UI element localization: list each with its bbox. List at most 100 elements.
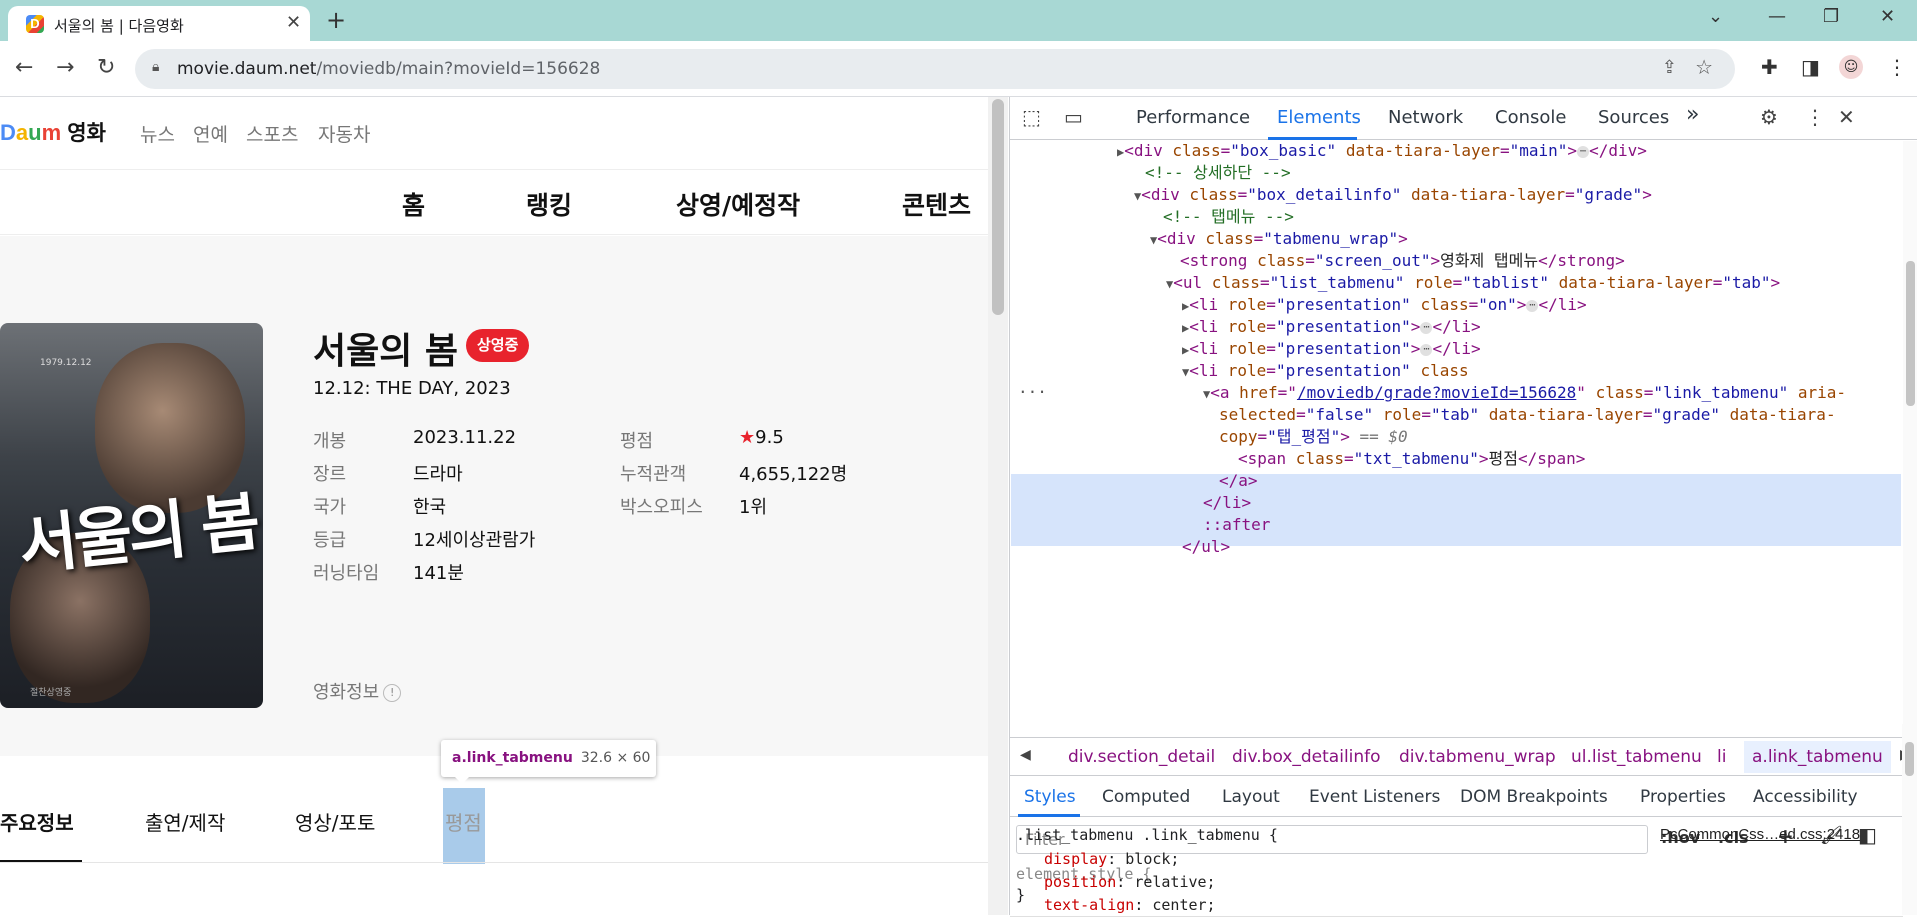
dom-scrollbar-thumb[interactable] (1906, 261, 1915, 406)
dom-selected-line[interactable]: selected="false" role="tab" data-tiara-l… (1219, 405, 1836, 425)
page-scrollbar-thumb[interactable] (992, 99, 1004, 315)
device-toolbar-icon[interactable]: ▭ (1064, 105, 1083, 129)
styles-scrollbar-thumb[interactable] (1905, 742, 1914, 776)
back-icon[interactable]: ← (15, 55, 33, 80)
dt-tab-sources[interactable]: Sources (1598, 107, 1669, 128)
dom-line[interactable]: </ul> (1182, 537, 1230, 557)
dom-pseudo[interactable]: ::after (1203, 515, 1270, 535)
extensions-puzzle-icon[interactable]: ✚ (1761, 55, 1778, 79)
dom-comment[interactable]: <!-- 상세하단 --> (1145, 163, 1291, 183)
lnb-ranking[interactable]: 랭킹 (526, 186, 572, 222)
subtab-dom-breakpoints[interactable]: DOM Breakpoints (1460, 787, 1608, 807)
info-value-audience: 4,655,122명 (739, 464, 848, 485)
inspect-element-icon[interactable]: ⬚ (1022, 105, 1041, 129)
breadcrumb-item[interactable]: li (1717, 747, 1726, 767)
dom-comment[interactable]: <!-- 탭메뉴 --> (1163, 207, 1294, 227)
dom-selected-line[interactable]: copy="탭_평점"> == $0 (1219, 427, 1408, 447)
browser-tab[interactable]: D 서울의 봄 | 다음영화 ✕ (8, 6, 310, 41)
gnb-news[interactable]: 뉴스 (140, 120, 175, 147)
forward-icon[interactable]: → (56, 55, 74, 80)
gnb-sports[interactable]: 스포츠 (246, 120, 298, 147)
breadcrumb-item[interactable]: div.tabmenu_wrap (1399, 747, 1556, 767)
dt-tab-performance[interactable]: Performance (1136, 107, 1250, 128)
movie-info-link[interactable]: 영화정보! (313, 678, 402, 704)
daum-movie-logo[interactable]: Daum 영화 (0, 117, 106, 147)
subtab-properties[interactable]: Properties (1640, 787, 1726, 807)
dom-line[interactable]: ▶<div class="box_basic" data-tiara-layer… (1117, 141, 1647, 162)
ellipsis-icon[interactable]: ⋯ (1420, 321, 1433, 334)
tab-grade[interactable]: 평점 (445, 807, 482, 836)
dom-line[interactable]: ▼<div class="tabmenu_wrap"> (1150, 229, 1408, 250)
subtab-styles[interactable]: Styles (1024, 787, 1076, 807)
dom-selected-line[interactable]: ▼<a href="/moviedb/grade?movieId=156628"… (1203, 383, 1846, 404)
row-ellipsis-icon[interactable]: ... (1018, 378, 1047, 398)
dom-line[interactable]: <span class="txt_tabmenu">평점</span> (1238, 449, 1585, 469)
css-property[interactable]: position: relative; (1044, 873, 1216, 891)
breadcrumb-item[interactable]: div.section_detail (1068, 747, 1215, 767)
ellipsis-icon[interactable]: ⋯ (1526, 299, 1539, 312)
tab-search-icon[interactable]: ⌄ (1708, 6, 1723, 27)
css-source-link[interactable]: PcCommonCss…ed.css:2418 (1660, 826, 1860, 843)
close-window-icon[interactable]: ✕ (1880, 6, 1895, 27)
ellipsis-icon[interactable]: ⋯ (1420, 343, 1433, 356)
toggle-sidebar-icon[interactable]: ◧ (1858, 823, 1877, 847)
gnb-auto[interactable]: 자동차 (318, 120, 370, 147)
menu-kebab-icon[interactable]: ⋮ (1887, 55, 1907, 79)
close-tab-icon[interactable]: ✕ (286, 12, 301, 33)
lnb-home[interactable]: 홈 (402, 186, 425, 222)
dom-line[interactable]: ▶<li role="presentation"> ⋯ </li> (1182, 339, 1481, 360)
side-panel-icon[interactable]: ◨ (1801, 55, 1820, 79)
dom-line[interactable]: ▼<li role="presentation" class (1182, 361, 1469, 382)
css-property[interactable]: text-align: center; (1044, 896, 1216, 914)
dom-scrollbar[interactable] (1903, 141, 1917, 737)
dt-tab-elements[interactable]: Elements (1277, 107, 1361, 128)
dom-line[interactable]: ▼<ul class="list_tabmenu" role="tablist"… (1166, 273, 1780, 294)
dom-line[interactable]: </a> (1219, 471, 1258, 491)
breadcrumb-item-active[interactable]: a.link_tabmenu (1744, 741, 1891, 773)
address-bar[interactable]: 🔒︎ movie.daum.net/moviedb/main?movieId=1… (135, 49, 1735, 89)
dom-line[interactable]: ▶<li role="presentation" class="on"> ⋯ </l… (1182, 295, 1587, 316)
css-rule-selector[interactable]: .list_tabmenu .link_tabmenu { (1016, 826, 1278, 844)
dt-tab-console[interactable]: Console (1495, 107, 1566, 128)
url-text[interactable]: movie.daum.net/moviedb/main?movieId=1566… (177, 59, 600, 79)
movie-poster[interactable]: 1979.12.12 서울의 봄 절찬상영중 (0, 323, 263, 708)
dom-line[interactable]: </li> (1203, 493, 1251, 513)
dom-line[interactable]: ▼<div class="box_detailinfo" data-tiara-… (1134, 185, 1652, 206)
tab-video-photo[interactable]: 영상/포토 (295, 807, 375, 836)
breadcrumb-item[interactable]: ul.list_tabmenu (1571, 747, 1702, 767)
tabmenu-divider (0, 862, 988, 863)
logo-letter-m: m (41, 120, 62, 145)
ellipsis-icon[interactable]: ⋯ (1577, 145, 1590, 158)
subtab-accessibility[interactable]: Accessibility (1753, 787, 1858, 807)
lnb-contents[interactable]: 콘텐츠 (902, 186, 971, 222)
profile-avatar-icon[interactable]: ☺ (1839, 55, 1863, 79)
close-devtools-icon[interactable]: ✕ (1838, 105, 1855, 129)
lock-icon[interactable]: 🔒︎ (152, 59, 159, 75)
lnb-now-showing[interactable]: 상영/예정작 (676, 186, 800, 222)
subtab-computed[interactable]: Computed (1102, 787, 1190, 807)
page-scrollbar[interactable] (988, 97, 1008, 915)
bookmark-star-icon[interactable]: ☆ (1695, 55, 1713, 79)
more-tabs-icon[interactable]: » (1686, 102, 1699, 127)
styles-scrollbar[interactable] (1902, 724, 1917, 915)
rule-close: } (1016, 886, 1026, 904)
dt-tab-network[interactable]: Network (1388, 107, 1463, 128)
css-property[interactable]: display: block; (1044, 850, 1179, 868)
restore-icon[interactable]: ❐ (1823, 6, 1839, 27)
subtab-layout[interactable]: Layout (1222, 787, 1280, 807)
dom-line[interactable]: ▶<li role="presentation"> ⋯ </li> (1182, 317, 1481, 338)
web-page: Daum 영화 뉴스 연예 스포츠 자동차 홈 랭킹 상영/예정작 콘텐츠 19… (0, 97, 988, 915)
breadcrumb-item[interactable]: div.box_detailinfo (1232, 747, 1381, 767)
reload-icon[interactable]: ↻ (97, 55, 115, 80)
share-icon[interactable]: ⇪ (1662, 57, 1677, 78)
new-tab-icon[interactable]: + (326, 6, 346, 34)
subtab-event-listeners[interactable]: Event Listeners (1309, 787, 1440, 807)
tab-main-info[interactable]: 주요정보 (0, 807, 74, 836)
devtools-menu-icon[interactable]: ⋮ (1805, 105, 1825, 129)
minimize-icon[interactable]: — (1768, 6, 1786, 27)
breadcrumb-left-icon[interactable]: ◀ (1020, 747, 1031, 763)
settings-gear-icon[interactable]: ⚙ (1760, 105, 1778, 129)
dom-line[interactable]: <strong class="screen_out">영화제 탭메뉴</stro… (1180, 251, 1625, 271)
tab-cast-crew[interactable]: 출연/제작 (145, 807, 225, 836)
gnb-entertainment[interactable]: 연예 (193, 120, 228, 147)
